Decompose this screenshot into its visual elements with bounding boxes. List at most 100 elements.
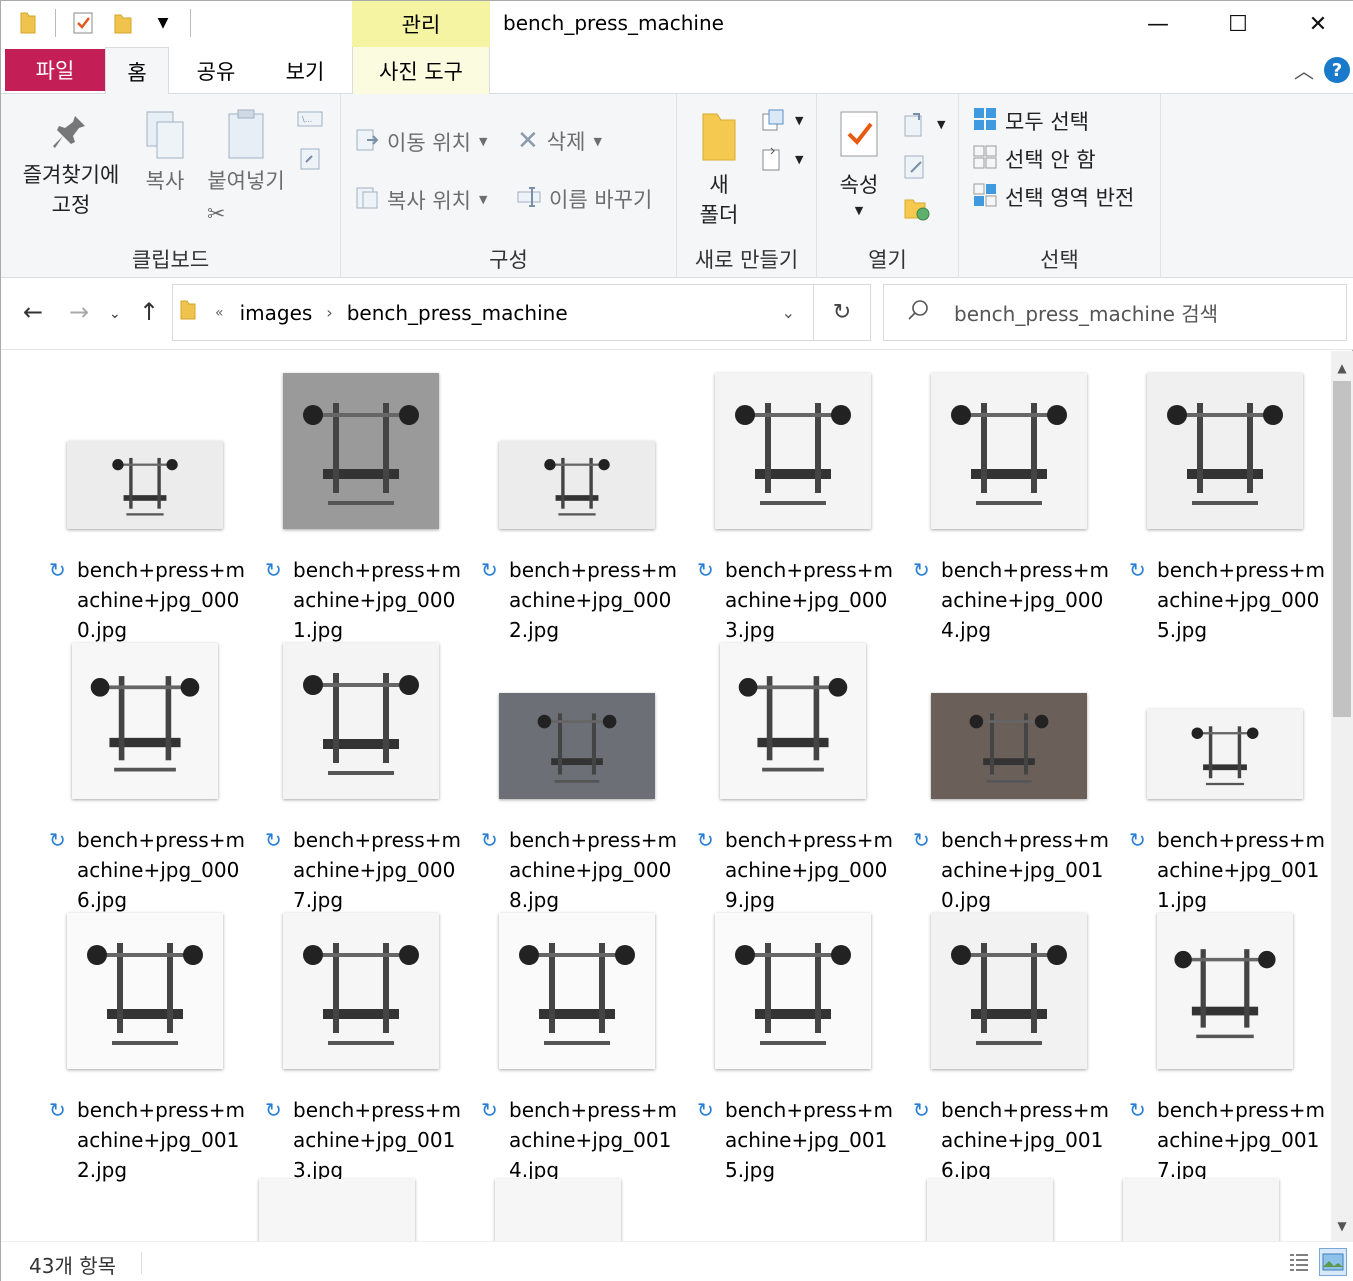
properties-check-icon[interactable] — [70, 9, 96, 37]
customize-qat-icon[interactable]: ▼ — [150, 9, 176, 37]
chevron-down-icon: ▼ — [795, 113, 804, 127]
file-name-text: bench+press+machine+jpg_0002.jpg — [509, 558, 677, 642]
copy-to-button[interactable]: 복사 위치 ▼ — [355, 184, 487, 215]
copy-button[interactable]: 복사 — [135, 108, 195, 196]
sync-status-icon: ↻ — [265, 1098, 282, 1122]
file-name: ↻ bench+press+machine+jpg_0017.jpg — [1129, 1095, 1327, 1185]
image-thumbnail[interactable] — [67, 441, 223, 529]
recent-locations-chevron-icon[interactable]: ⌄ — [109, 306, 121, 322]
divider — [190, 9, 191, 37]
move-to-button[interactable]: 이동 위치 ▼ — [355, 126, 487, 157]
folder-icon[interactable] — [15, 9, 41, 37]
file-name-text: bench+press+machine+jpg_0006.jpg — [77, 828, 245, 912]
move-to-icon — [355, 126, 379, 157]
pin-to-quick-access-button[interactable]: 즐겨찾기에 고정 — [11, 112, 131, 220]
image-thumbnail[interactable] — [283, 373, 439, 529]
invert-selection-button[interactable]: 선택 영역 반전 — [973, 182, 1134, 212]
file-name: ↻ bench+press+machine+jpg_0005.jpg — [1129, 555, 1327, 645]
select-group: 모두 선택 선택 안 함 선택 영역 반전 선택 — [959, 94, 1161, 278]
cut-scissors-icon[interactable]: ✂ — [207, 202, 225, 227]
select-none-button[interactable]: 선택 안 함 — [973, 144, 1096, 174]
ribbon-tabs: 파일 홈 공유 보기 사진 도구 ︿ ? — [1, 47, 1353, 95]
image-thumbnail[interactable] — [931, 373, 1087, 529]
scroll-down-icon[interactable]: ▼ — [1331, 1215, 1353, 1237]
tab-share[interactable]: 공유 — [181, 47, 251, 94]
image-thumbnail[interactable] — [283, 913, 439, 1069]
image-thumbnail[interactable] — [931, 913, 1087, 1069]
new-folder-button[interactable]: 새 폴더 — [691, 108, 747, 230]
image-thumbnail[interactable] — [499, 693, 655, 799]
tab-file[interactable]: 파일 — [5, 49, 105, 91]
quick-access-toolbar: ▼ — [15, 9, 191, 37]
image-thumbnail[interactable] — [67, 913, 223, 1069]
edit-icon[interactable] — [903, 152, 929, 180]
details-view-icon[interactable] — [1285, 1248, 1313, 1276]
divider — [55, 9, 56, 37]
properties-button[interactable]: 속성 ▼ — [831, 108, 887, 222]
paste-button[interactable]: 붙여넣기 — [201, 108, 291, 196]
copy-icon — [135, 108, 195, 166]
select-none-icon — [973, 145, 997, 174]
image-thumbnail[interactable] — [931, 693, 1087, 799]
collapse-ribbon-icon[interactable]: ︿ — [1294, 55, 1314, 84]
copy-path-icon[interactable]: \... — [297, 110, 323, 128]
forward-arrow-icon[interactable]: → — [69, 298, 89, 326]
vertical-scrollbar[interactable]: ▲ ▼ — [1331, 351, 1353, 1241]
image-thumbnail[interactable] — [927, 1179, 1053, 1241]
paste-shortcut-icon[interactable] — [299, 146, 321, 170]
breadcrumb-current[interactable]: bench_press_machine — [347, 301, 568, 325]
image-thumbnail[interactable] — [720, 643, 866, 799]
refresh-icon[interactable]: ↻ — [814, 284, 871, 341]
new-item-icon[interactable]: ▼ — [761, 108, 803, 132]
file-name-text: bench+press+machine+jpg_0016.jpg — [941, 1098, 1109, 1182]
delete-button[interactable]: ✕ 삭제 ▼ — [517, 126, 602, 156]
file-name-text: bench+press+machine+jpg_0012.jpg — [77, 1098, 245, 1182]
image-thumbnail[interactable] — [495, 1179, 621, 1241]
image-thumbnail[interactable] — [259, 1179, 415, 1241]
thumbnail-box — [37, 909, 253, 1069]
image-thumbnail[interactable] — [715, 913, 871, 1069]
help-icon[interactable]: ? — [1324, 57, 1350, 83]
thumbnail-box — [1117, 909, 1331, 1069]
new-folder-icon[interactable] — [110, 9, 136, 37]
scroll-up-icon[interactable]: ▲ — [1331, 357, 1353, 379]
rename-button[interactable]: 이름 바꾸기 — [517, 184, 652, 214]
file-name-text: bench+press+machine+jpg_0009.jpg — [725, 828, 893, 912]
tab-view[interactable]: 보기 — [269, 47, 341, 94]
image-thumbnail[interactable] — [715, 373, 871, 529]
easy-access-icon[interactable]: ▼ — [761, 146, 803, 172]
thumbnail-box — [685, 369, 901, 529]
minimize-button[interactable]: — — [1118, 1, 1198, 47]
image-thumbnail[interactable] — [499, 913, 655, 1069]
open-icon[interactable]: ▼ — [903, 110, 945, 138]
breadcrumb-overflow[interactable]: « — [215, 305, 224, 321]
large-icons-view-icon[interactable] — [1319, 1248, 1347, 1276]
thumbnail-box — [469, 909, 685, 1069]
pin-icon — [11, 112, 131, 160]
close-button[interactable]: ✕ — [1278, 1, 1353, 47]
up-arrow-icon[interactable]: ↑ — [139, 298, 159, 326]
image-thumbnail[interactable] — [499, 441, 655, 529]
maximize-button[interactable]: ☐ — [1198, 1, 1278, 47]
scrollbar-thumb[interactable] — [1333, 381, 1351, 717]
image-thumbnail[interactable] — [1123, 1179, 1279, 1241]
image-thumbnail[interactable] — [1147, 709, 1303, 799]
address-history-chevron-icon[interactable]: ⌄ — [782, 303, 795, 322]
file-name: ↻ bench+press+machine+jpg_0012.jpg — [49, 1095, 247, 1185]
image-thumbnail[interactable] — [72, 643, 218, 799]
tab-home[interactable]: 홈 — [105, 47, 169, 95]
sync-status-icon: ↻ — [481, 828, 498, 852]
chevron-down-icon: ▼ — [854, 204, 864, 217]
history-icon[interactable] — [903, 194, 931, 222]
breadcrumb-images[interactable]: images — [240, 301, 313, 325]
address-bar[interactable]: « images › bench_press_machine ⌄ — [172, 284, 814, 341]
file-name-text: bench+press+machine+jpg_0011.jpg — [1157, 828, 1325, 912]
search-box[interactable]: bench_press_machine 검색 — [883, 284, 1347, 341]
tab-picture-tools[interactable]: 사진 도구 — [352, 47, 490, 94]
image-thumbnail[interactable] — [1157, 913, 1293, 1069]
back-arrow-icon[interactable]: ← — [23, 298, 43, 326]
image-thumbnail[interactable] — [283, 643, 439, 799]
image-thumbnail[interactable] — [1147, 373, 1303, 529]
new-group: 새 폴더 ▼ ▼ 새로 만들기 — [677, 94, 817, 278]
select-all-button[interactable]: 모두 선택 — [973, 106, 1089, 136]
